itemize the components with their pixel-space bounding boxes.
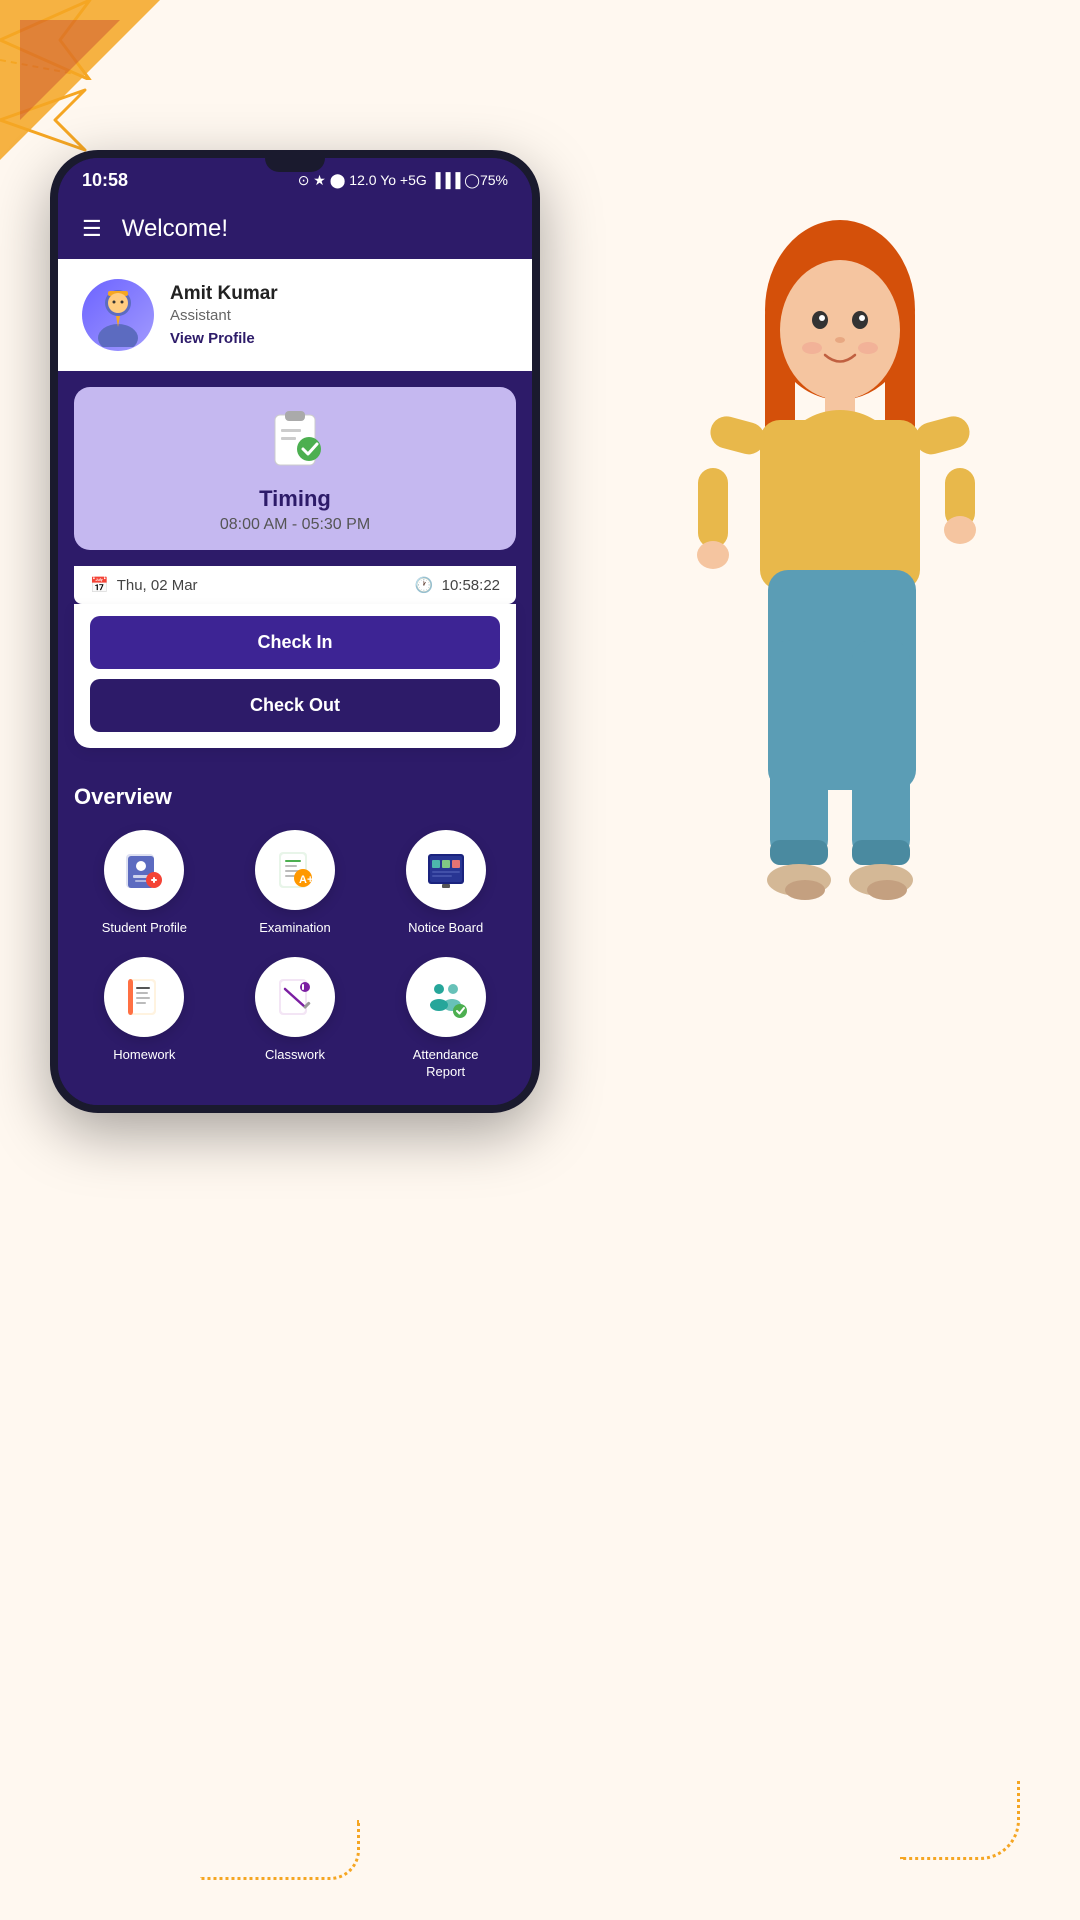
overview-section: Overview [58,764,532,1105]
overview-title: Overview [74,784,516,810]
character-figure [630,200,1050,1100]
classwork-icon [273,975,317,1019]
student-profile-icon-circle [104,830,184,910]
timing-label: Timing [94,486,496,512]
dotted-decoration-right [900,1780,1020,1860]
overview-item-examination[interactable]: A+ Examination [225,830,366,937]
attendance-report-icon [424,975,468,1019]
timing-icon [94,407,496,478]
profile-info: Amit Kumar Assistant View Profile [170,283,508,347]
timing-inner: Timing 08:00 AM - 05:30 PM [94,407,496,550]
timing-hours: 08:00 AM - 05:30 PM [94,516,496,534]
phone-container: 10:58 ⊙ ★ ⬤ 12.0 Yo +5G ▐▐▐ ◯75% ☰ Welco… [50,150,590,1113]
date-display: 📅 Thu, 02 Mar [90,576,198,594]
overview-item-notice-board[interactable]: Notice Board [375,830,516,937]
notice-board-icon-circle [406,830,486,910]
examination-icon: A+ [273,848,317,892]
attendance-report-label: AttendanceReport [413,1047,479,1081]
student-profile-icon [122,848,166,892]
classwork-label: Classwork [265,1047,325,1064]
dotted-decoration-left [200,1820,360,1880]
status-time: 10:58 [82,170,128,191]
overview-item-student-profile[interactable]: Student Profile [74,830,215,937]
phone-body: 10:58 ⊙ ★ ⬤ 12.0 Yo +5G ▐▐▐ ◯75% ☰ Welco… [50,150,540,1113]
profile-role: Assistant [170,307,508,324]
header-title: Welcome! [122,215,228,243]
clock-icon: 🕐 [415,576,434,594]
time-display: 🕐 10:58:22 [415,576,500,594]
examination-label: Examination [259,920,331,937]
checkin-card: Check In Check Out [74,604,516,748]
character-svg [650,200,1030,1020]
phone-notch [265,158,325,172]
timing-card: Timing 08:00 AM - 05:30 PM [74,387,516,550]
overview-item-classwork[interactable]: Classwork [225,957,366,1081]
view-profile-link[interactable]: View Profile [170,330,508,347]
svg-text:A+: A+ [299,874,313,886]
date-text: Thu, 02 Mar [117,577,198,594]
student-profile-label: Student Profile [102,920,187,937]
header-bar: ☰ Welcome! [58,199,532,259]
homework-icon-circle [104,957,184,1037]
status-icons: ⊙ ★ ⬤ 12.0 Yo +5G ▐▐▐ ◯75% [298,172,508,189]
classwork-icon-circle [255,957,335,1037]
clipboard-check-icon [265,407,325,467]
checkin-button[interactable]: Check In [90,616,500,669]
overview-grid: Student Profile A+ [74,830,516,1081]
time-text: 10:58:22 [442,577,500,594]
datetime-row: 📅 Thu, 02 Mar 🕐 10:58:22 [74,566,516,604]
avatar-svg [86,283,150,347]
notice-board-label: Notice Board [408,920,483,937]
attendance-report-icon-circle [406,957,486,1037]
calendar-icon: 📅 [90,576,109,594]
homework-label: Homework [113,1047,175,1064]
overview-item-attendance-report[interactable]: AttendanceReport [375,957,516,1081]
profile-section: Amit Kumar Assistant View Profile [58,259,532,371]
checkout-button[interactable]: Check Out [90,679,500,732]
homework-icon [122,975,166,1019]
profile-name: Amit Kumar [170,283,508,305]
overview-item-homework[interactable]: Homework [74,957,215,1081]
deco-top-left [0,0,160,160]
avatar [82,279,154,351]
examination-icon-circle: A+ [255,830,335,910]
plane-decoration-left [0,0,1080,85]
notice-board-icon [424,848,468,892]
hamburger-icon[interactable]: ☰ [82,216,102,242]
